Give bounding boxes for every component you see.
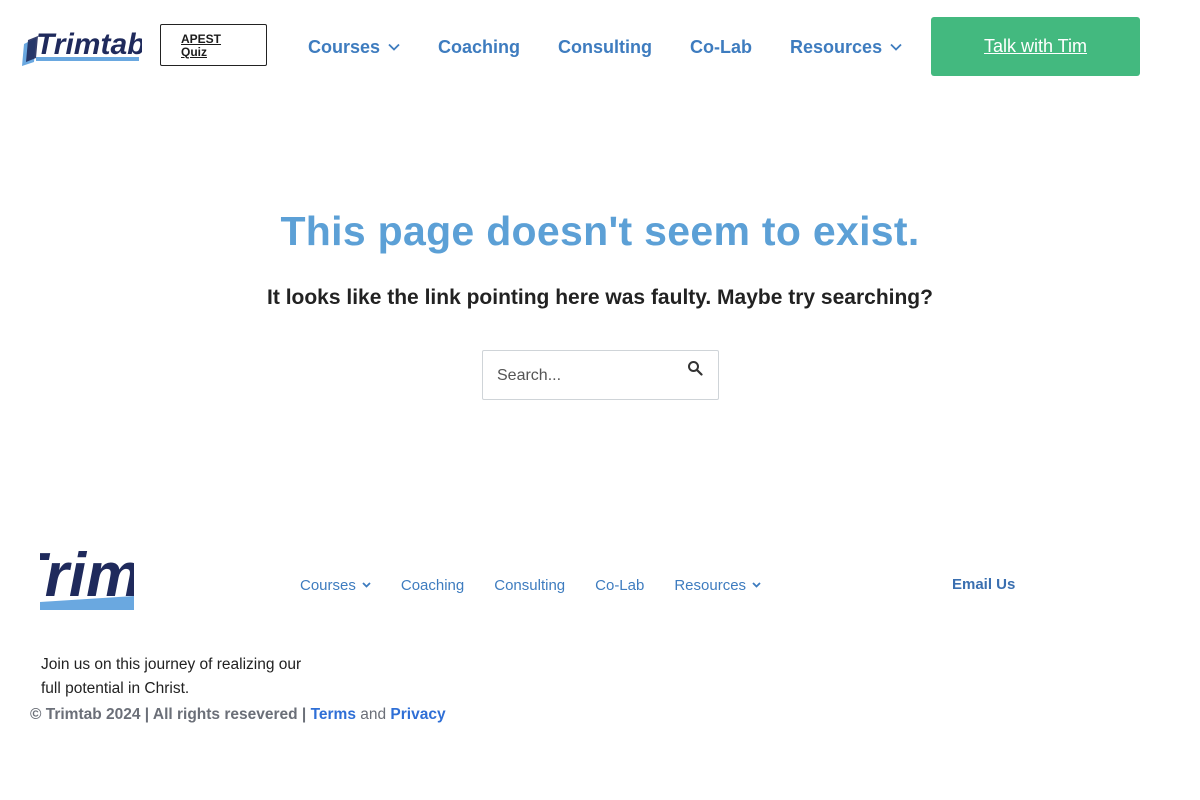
chevron-down-icon	[890, 43, 902, 51]
main-nav: Courses Coaching Consulting Co-Lab Resou…	[308, 34, 902, 60]
nav-coaching[interactable]: Coaching	[438, 37, 520, 58]
footer-nav-consulting[interactable]: Consulting	[494, 577, 565, 594]
nav-consulting[interactable]: Consulting	[558, 37, 652, 58]
footer-nav-courses-label: Courses	[300, 576, 356, 594]
copyright-text: © Trimtab 2024 | All rights resevered |	[30, 706, 311, 723]
apest-quiz-line2: Quiz	[181, 45, 207, 59]
talk-with-tim-button[interactable]: Talk with Tim	[931, 17, 1140, 76]
footer-nav-colab[interactable]: Co-Lab	[595, 577, 644, 594]
footer-nav-courses[interactable]: Courses	[300, 577, 371, 594]
footer-nav-consulting-label: Consulting	[494, 576, 566, 594]
nav-courses[interactable]: Courses	[308, 37, 400, 58]
nav-colab[interactable]: Co-Lab	[690, 37, 752, 58]
nav-resources[interactable]: Resources	[790, 37, 902, 58]
nav-consulting-label: Consulting	[558, 36, 653, 57]
nav-coaching-label: Coaching	[438, 36, 521, 57]
logo-text: Trimtab	[36, 28, 142, 61]
footer-tagline: Join us on this journey of realizing our…	[41, 656, 302, 697]
footer-logo-mark: Trimtab	[40, 541, 134, 610]
search-input[interactable]	[497, 363, 677, 389]
email-us-link[interactable]: Email Us	[952, 576, 1015, 593]
privacy-link[interactable]: Privacy	[390, 706, 445, 723]
search-icon[interactable]	[687, 360, 703, 376]
page-subtitle: It looks like the link pointing here was…	[267, 286, 933, 309]
copyright: © Trimtab 2024 | All rights resevered | …	[30, 706, 446, 724]
chevron-down-icon	[752, 582, 761, 588]
page-title: This page doesn't seem to exist.	[280, 208, 920, 254]
chevron-down-icon	[388, 43, 400, 51]
nav-resources-label: Resources	[790, 36, 883, 57]
footer-nav: Courses Coaching Consulting Co-Lab Resou…	[300, 575, 761, 595]
trimtab-logo[interactable]: Trimtab	[22, 24, 142, 68]
footer-nav-resources[interactable]: Resources	[674, 577, 761, 594]
footer-nav-coaching-label: Coaching	[400, 576, 465, 594]
footer-nav-resources-label: Resources	[674, 576, 747, 594]
footer-nav-coaching[interactable]: Coaching	[401, 577, 464, 594]
search-form	[482, 350, 719, 400]
footer-nav-colab-label: Co-Lab	[595, 576, 645, 594]
nav-courses-label: Courses	[308, 36, 381, 57]
copyright-and: and	[355, 706, 391, 723]
nav-colab-label: Co-Lab	[690, 36, 753, 57]
footer-logo[interactable]: Trimtab	[40, 538, 134, 610]
apest-quiz-button[interactable]: APEST Quiz	[160, 24, 267, 66]
terms-link[interactable]: Terms	[311, 706, 356, 723]
chevron-down-icon	[362, 582, 371, 588]
trimtab-logo-mark: Trimtab	[22, 28, 142, 66]
